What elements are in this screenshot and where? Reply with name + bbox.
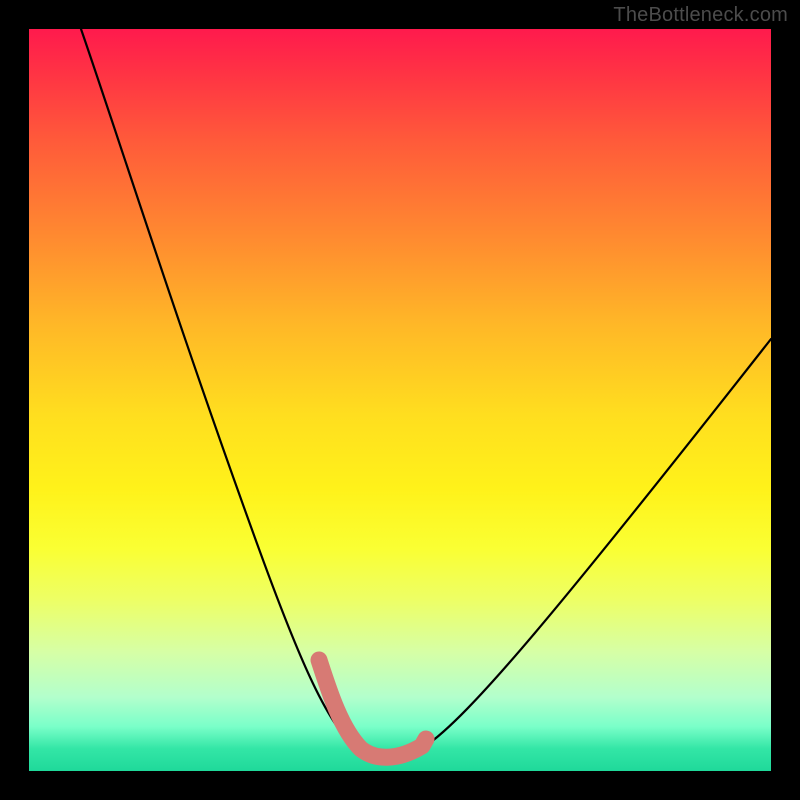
bottleneck-curve <box>81 29 771 758</box>
watermark-text: TheBottleneck.com <box>613 4 788 27</box>
highlight-segment <box>319 660 426 757</box>
chart-svg <box>29 29 771 771</box>
chart-frame: TheBottleneck.com <box>0 0 800 800</box>
plot-area <box>29 29 771 771</box>
